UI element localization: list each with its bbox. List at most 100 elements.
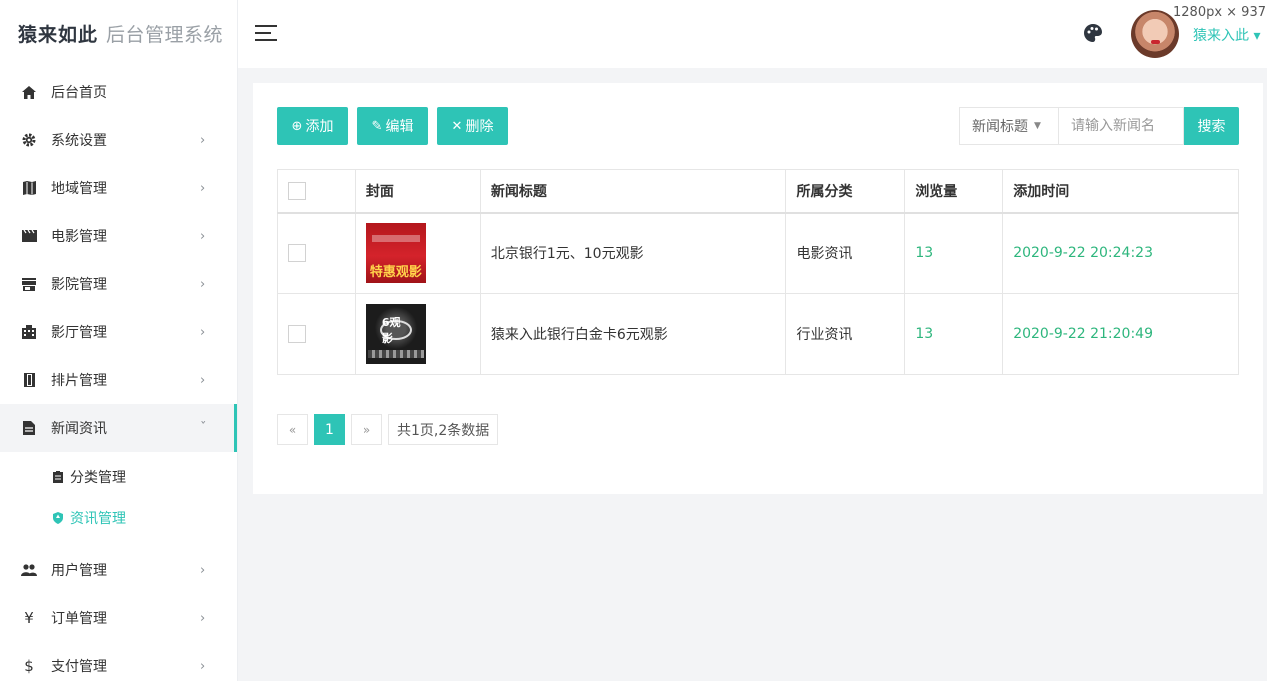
chevron-right-icon: › xyxy=(200,228,206,244)
time-cell: 2020-9-22 21:20:49 xyxy=(1002,293,1239,375)
column-header-time: 添加时间 xyxy=(1002,169,1239,213)
sidebar-subitem-label: 分类管理 xyxy=(70,469,126,486)
avatar[interactable] xyxy=(1131,10,1179,58)
yen-icon: ¥ xyxy=(24,609,34,627)
row-select-cell xyxy=(277,293,356,375)
chevron-right-icon: › xyxy=(200,610,206,626)
film-icon xyxy=(21,228,37,244)
sidebar-subitem-category[interactable]: 分类管理 xyxy=(0,456,237,497)
delete-button-label: 删除 xyxy=(465,119,494,135)
column-header-title: 新闻标题 xyxy=(479,169,787,213)
sidebar-item-label: 新闻资讯 xyxy=(51,421,107,437)
cover-image-text: 6观影 xyxy=(379,316,412,345)
sidebar-item-schedule[interactable]: 排片管理 › xyxy=(0,356,237,404)
sidebar-item-label: 电影管理 xyxy=(51,229,107,245)
sidebar-item-region[interactable]: 地域管理 › xyxy=(0,164,237,212)
chevron-right-icon: › xyxy=(200,276,206,292)
chevron-right-icon: › xyxy=(200,562,206,578)
sidebar-item-label: 系统设置 xyxy=(51,133,107,149)
column-header-views: 浏览量 xyxy=(904,169,1004,213)
add-button[interactable]: ⊕ 添加 xyxy=(277,107,348,145)
column-header-cover: 封面 xyxy=(354,169,481,213)
chevron-right-icon: › xyxy=(200,658,206,674)
plus-circle-icon: ⊕ xyxy=(291,118,303,134)
chevron-right-icon: › xyxy=(200,372,206,388)
user-menu[interactable]: 猿来入此 ▾ xyxy=(1193,25,1260,45)
cover-cell: 特惠观影 xyxy=(354,212,481,294)
sidebar-item-users[interactable]: 用户管理 › xyxy=(0,546,237,594)
chevron-right-icon: › xyxy=(200,324,206,340)
sidebar-menu: 后台首页 系统设置 › 地域管理 › 电影管理 › 影院管理 › 影厅管理 › xyxy=(0,68,237,681)
title-cell: 北京银行1元、10元观影 xyxy=(479,212,787,294)
select-all-cell xyxy=(277,169,356,213)
sidebar-item-label: 排片管理 xyxy=(51,373,107,389)
chevron-down-icon: ˇ xyxy=(200,420,207,436)
cover-image[interactable]: 特惠观影 xyxy=(365,223,426,284)
sidebar-subitem-label: 资讯管理 xyxy=(70,510,126,527)
filmstrip-icon xyxy=(21,372,37,388)
add-button-label: 添加 xyxy=(305,119,334,135)
news-icon xyxy=(21,420,37,436)
shield-icon xyxy=(52,511,64,524)
select-all-checkbox[interactable] xyxy=(288,181,306,200)
sidebar-item-label: 后台首页 xyxy=(51,85,107,101)
palette-icon[interactable] xyxy=(1084,24,1102,42)
clipboard-icon xyxy=(52,470,64,483)
pencil-icon: ✎ xyxy=(371,118,383,134)
top-header: 1280px × 937px 猿来入此 ▾ xyxy=(238,0,1267,68)
dimension-overlay: 1280px × 937px xyxy=(1173,5,1267,20)
table-row[interactable]: 6观影 猿来入此银行白金卡6元观影 行业资讯 13 2020-9-22 21:2… xyxy=(277,293,1239,375)
views-cell: 13 xyxy=(904,293,1004,375)
store-icon xyxy=(21,276,37,292)
sidebar-item-payment[interactable]: $ 支付管理 › xyxy=(0,642,237,681)
page-1-button[interactable]: 1 xyxy=(314,414,345,445)
brand: 猿来如此 后台管理系统 xyxy=(0,0,237,67)
hamburger-menu-icon[interactable] xyxy=(255,25,277,41)
building-icon xyxy=(21,324,37,340)
sidebar-subitem-news-manage[interactable]: 资讯管理 xyxy=(0,497,237,538)
news-submenu: 分类管理 资讯管理 xyxy=(0,452,237,546)
dollar-icon: $ xyxy=(24,657,34,675)
map-icon xyxy=(21,180,37,196)
category-cell: 行业资讯 xyxy=(785,293,906,375)
sidebar-item-label: 用户管理 xyxy=(51,563,107,579)
delete-button[interactable]: ✕ 删除 xyxy=(437,107,508,145)
content-panel: ⊕添加 ✎编辑 ✕删除 新闻标题 ▼ 搜索 封面 新闻标题 所属分类 浏览量 添… xyxy=(253,83,1263,494)
sidebar-item-system-settings[interactable]: 系统设置 › xyxy=(0,116,237,164)
search-button-label: 搜索 xyxy=(1197,119,1226,135)
search-field-select[interactable]: 新闻标题 ▼ xyxy=(959,107,1058,145)
row-select-cell xyxy=(277,212,356,294)
news-table: 封面 新闻标题 所属分类 浏览量 添加时间 特惠观影 北京银行1元、10元观影 … xyxy=(277,169,1239,375)
row-checkbox[interactable] xyxy=(288,325,306,343)
sidebar-item-label: 影厅管理 xyxy=(51,325,107,341)
table-row[interactable]: 特惠观影 北京银行1元、10元观影 电影资讯 13 2020-9-22 20:2… xyxy=(277,212,1239,294)
sidebar-item-orders[interactable]: ¥ 订单管理 › xyxy=(0,594,237,642)
next-page-button[interactable]: » xyxy=(351,414,382,445)
chevron-right-icon: › xyxy=(200,180,206,196)
row-checkbox[interactable] xyxy=(288,244,306,263)
edit-button[interactable]: ✎ 编辑 xyxy=(357,107,428,145)
gear-icon xyxy=(21,132,37,148)
users-icon xyxy=(21,562,37,578)
sidebar: 猿来如此 后台管理系统 后台首页 系统设置 › 地域管理 › 电影管理 › 影院… xyxy=(0,0,238,681)
prev-page-button[interactable]: « xyxy=(277,414,308,445)
sidebar-item-label: 影院管理 xyxy=(51,277,107,293)
cover-image[interactable]: 6观影 xyxy=(365,304,426,364)
sidebar-item-movie[interactable]: 电影管理 › xyxy=(0,212,237,260)
sidebar-item-hall[interactable]: 影厅管理 › xyxy=(0,308,237,356)
sidebar-item-news[interactable]: 新闻资讯 ˇ xyxy=(0,404,237,452)
sidebar-item-cinema[interactable]: 影院管理 › xyxy=(0,260,237,308)
column-header-category: 所属分类 xyxy=(785,169,906,213)
home-icon xyxy=(21,84,37,100)
search-input[interactable] xyxy=(1058,107,1184,145)
caret-down-icon: ▼ xyxy=(1034,121,1041,131)
brand-system-name: 后台管理系统 xyxy=(106,24,224,46)
sidebar-item-label: 订单管理 xyxy=(51,611,107,627)
sidebar-item-home[interactable]: 后台首页 xyxy=(0,68,237,116)
search-button[interactable]: 搜索 xyxy=(1184,107,1239,145)
pagination: « 1 » 共1页,2条数据 xyxy=(277,414,504,445)
title-cell: 猿来入此银行白金卡6元观影 xyxy=(479,293,787,375)
cover-cell: 6观影 xyxy=(354,293,481,375)
search-field-label: 新闻标题 xyxy=(972,119,1028,135)
edit-button-label: 编辑 xyxy=(385,119,414,135)
